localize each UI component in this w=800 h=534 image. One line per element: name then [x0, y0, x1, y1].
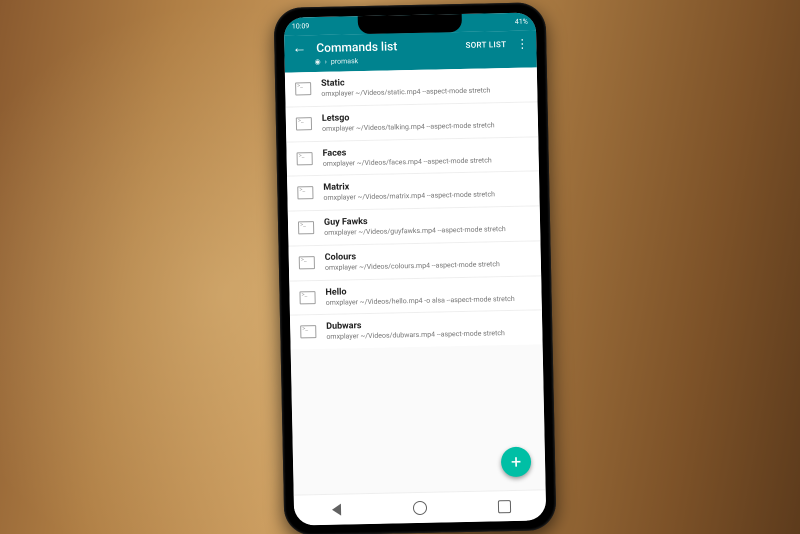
list-item[interactable]: Staticomxplayer ~/Videos/static.mp4 --as… [285, 67, 538, 107]
list-item[interactable]: Facesomxplayer ~/Videos/faces.mp4 --aspe… [286, 137, 539, 177]
terminal-icon [295, 82, 311, 95]
terminal-icon [296, 117, 312, 130]
list-item-text: Helloomxplayer ~/Videos/hello.mp4 -o als… [325, 283, 529, 307]
nav-home-button[interactable] [413, 501, 427, 515]
phone-frame: 10:09 41% ← Commands list SORT LIST ⋮ ◉ … [274, 2, 557, 534]
list-item-text: Coloursomxplayer ~/Videos/colours.mp4 --… [325, 248, 529, 272]
display-notch [358, 14, 462, 34]
list-item[interactable]: Guy Fawksomxplayer ~/Videos/guyfawks.mp4… [288, 206, 541, 246]
nav-recent-button[interactable] [497, 499, 511, 513]
list-item-text: Staticomxplayer ~/Videos/static.mp4 --as… [321, 75, 525, 99]
terminal-icon [298, 221, 314, 234]
list-item[interactable]: Letsgoomxplayer ~/Videos/talking.mp4 --a… [286, 102, 539, 142]
status-battery: 41% [515, 18, 528, 26]
list-item[interactable]: Dubwarsomxplayer ~/Videos/dubwars.mp4 --… [290, 311, 543, 350]
terminal-icon [300, 325, 316, 338]
list-item-text: Guy Fawksomxplayer ~/Videos/guyfawks.mp4… [324, 214, 528, 238]
raspberry-pi-icon: ◉ [315, 58, 321, 66]
status-time: 10:09 [292, 22, 310, 30]
list-item[interactable]: Helloomxplayer ~/Videos/hello.mp4 -o als… [289, 276, 542, 316]
list-item-text: Facesomxplayer ~/Videos/faces.mp4 --aspe… [322, 144, 526, 168]
list-item-text: Matrixomxplayer ~/Videos/matrix.mp4 --as… [323, 179, 527, 203]
app-bar: ← Commands list SORT LIST ⋮ ◉ › promask [284, 30, 537, 72]
android-nav-bar [294, 489, 547, 525]
list-item[interactable]: Matrixomxplayer ~/Videos/matrix.mp4 --as… [287, 172, 540, 212]
terminal-icon [297, 152, 313, 165]
terminal-icon [297, 186, 313, 199]
breadcrumb-device: promask [331, 57, 359, 66]
overflow-menu-icon[interactable]: ⋮ [516, 38, 528, 50]
phone-screen: 10:09 41% ← Commands list SORT LIST ⋮ ◉ … [284, 12, 547, 525]
list-item[interactable]: Coloursomxplayer ~/Videos/colours.mp4 --… [288, 241, 541, 281]
terminal-icon [299, 291, 315, 304]
nav-back-button[interactable] [329, 503, 343, 517]
list-item-text: Dubwarsomxplayer ~/Videos/dubwars.mp4 --… [326, 318, 530, 342]
plus-icon: + [511, 451, 522, 472]
chevron-right-icon: › [325, 58, 327, 66]
list-item-text: Letsgoomxplayer ~/Videos/talking.mp4 --a… [322, 109, 526, 133]
terminal-icon [299, 256, 315, 269]
breadcrumb[interactable]: ◉ › promask [315, 54, 529, 66]
page-title: Commands list [316, 38, 455, 55]
back-icon[interactable]: ← [292, 41, 306, 55]
commands-list[interactable]: Staticomxplayer ~/Videos/static.mp4 --as… [285, 67, 546, 494]
background-photo: 10:09 41% ← Commands list SORT LIST ⋮ ◉ … [0, 0, 800, 534]
sort-list-button[interactable]: SORT LIST [465, 40, 506, 50]
